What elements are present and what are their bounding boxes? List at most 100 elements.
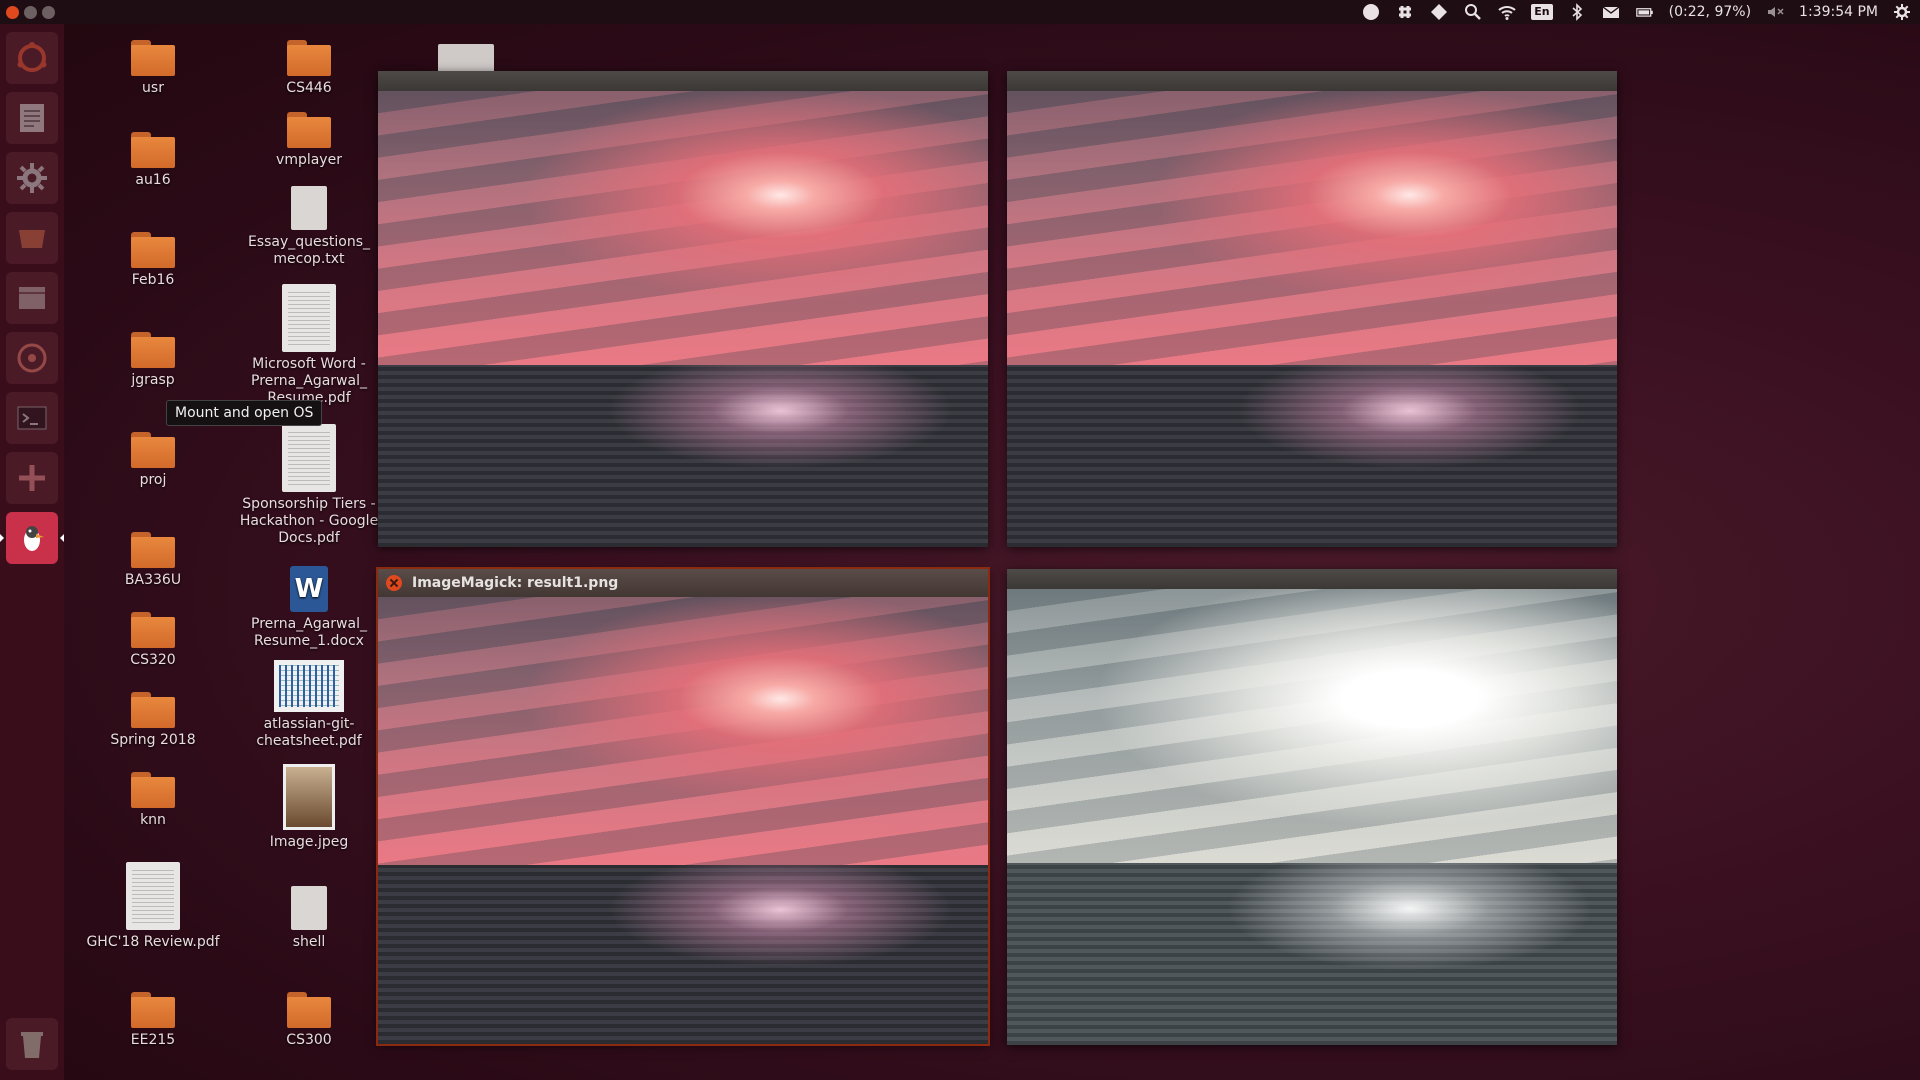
desktop-file-sponsorship-tiers[interactable]: Sponsorship Tiers - Hackathon - Google D… <box>234 424 384 547</box>
folder-icon <box>131 692 175 728</box>
desktop-file-git-cheatsheet[interactable]: atlassian-git- cheatsheet.pdf <box>234 660 384 750</box>
file-manager-button[interactable] <box>6 272 58 324</box>
desktop-file-ghc-review[interactable]: GHC'18 Review.pdf <box>78 862 228 951</box>
desktop-file-image-jpeg[interactable]: Image.jpeg <box>234 764 384 851</box>
desktop-folder-spring-2018[interactable]: Spring 2018 <box>78 692 228 749</box>
desktop-folder-usr[interactable]: usr <box>78 40 228 97</box>
desktop-folder-jgrasp[interactable]: jgrasp <box>78 332 228 389</box>
desktop-icon-label: CS446 <box>286 80 332 96</box>
folder-icon <box>131 612 175 648</box>
desktop-icon-label: atlassian-git- cheatsheet.pdf <box>256 716 362 749</box>
brightened-sunset-image <box>1007 589 1617 1045</box>
dropbox-icon[interactable] <box>1429 2 1449 22</box>
desktop-folder-cs300[interactable]: CS300 <box>234 992 384 1049</box>
image-window-bottom-right[interactable] <box>1007 569 1617 1045</box>
files-icon <box>19 230 45 248</box>
desktop-icon-label: shell <box>292 934 326 950</box>
desktop-file-shell[interactable]: shell <box>234 886 384 951</box>
small-window-thumbnail[interactable] <box>438 44 494 74</box>
tweak-icon <box>19 465 45 491</box>
mail-icon[interactable] <box>1601 2 1621 22</box>
desktop-icon-label: usr <box>142 80 164 96</box>
desktop-folder-ba336u[interactable]: BA336U <box>78 532 228 589</box>
battery-text: (0:22, 97%) <box>1668 4 1752 20</box>
keyboard-layout-indicator[interactable]: En <box>1531 4 1553 20</box>
image-window-result1[interactable]: ImageMagick: result1.png <box>376 567 990 1046</box>
gear-icon[interactable] <box>1892 2 1912 22</box>
text-editor-icon <box>20 104 44 132</box>
gimp-icon <box>24 526 44 551</box>
ubuntu-dash-icon <box>17 42 47 72</box>
desktop-file-essay-questions[interactable]: Essay_questions_ mecop.txt <box>234 186 384 268</box>
close-window-button[interactable] <box>6 5 19 19</box>
search-icon[interactable] <box>1463 2 1483 22</box>
image-window-top-right[interactable] <box>1007 71 1617 547</box>
launcher <box>0 24 64 1080</box>
close-icon[interactable] <box>386 575 402 591</box>
desktop-icon-label: proj <box>139 472 167 488</box>
terminal-button[interactable] <box>6 392 58 444</box>
text-file-icon <box>291 186 327 230</box>
window-titlebar[interactable] <box>1007 569 1617 589</box>
ubuntu-dash-button[interactable] <box>6 32 58 84</box>
image-window-top-left[interactable] <box>378 71 988 547</box>
launcher-tooltip: Mount and open OS <box>166 400 323 426</box>
wifi-icon[interactable] <box>1497 2 1517 22</box>
desktop-folder-ee215[interactable]: EE215 <box>78 992 228 1049</box>
clock[interactable]: 1:39:54 PM <box>1799 4 1878 20</box>
disc-icon <box>17 343 47 373</box>
sunset-image <box>378 91 988 547</box>
top-panel: En (0:22, 97%) 1:39:54 PM <box>0 0 1920 24</box>
desktop-icon-label: au16 <box>135 172 171 188</box>
file-manager-icon <box>19 287 45 309</box>
desktop-file-resume-pdf[interactable]: Microsoft Word - Prerna_Agarwal_ Resume.… <box>234 284 384 407</box>
folder-icon <box>131 332 175 368</box>
trash-button[interactable] <box>6 1018 58 1070</box>
bluetooth-icon[interactable] <box>1567 2 1587 22</box>
image-file-icon <box>283 764 335 830</box>
text-editor-button[interactable] <box>6 92 58 144</box>
desktop-folder-vmplayer[interactable]: vmplayer <box>234 112 384 169</box>
folder-icon <box>131 40 175 76</box>
slack-icon[interactable] <box>1395 2 1415 22</box>
gimp-button[interactable] <box>0 512 64 564</box>
settings-icon <box>17 163 47 193</box>
desktop-folder-knn[interactable]: knn <box>78 772 228 829</box>
sunset-image <box>1007 91 1617 547</box>
desktop-icon-label: CS320 <box>130 652 176 668</box>
trash-icon <box>21 1032 43 1058</box>
desktop-icon-label: GHC'18 Review.pdf <box>86 934 220 950</box>
desktop-icon-label: Sponsorship Tiers - Hackathon - Google D… <box>239 496 379 546</box>
maximize-window-button[interactable] <box>42 5 55 19</box>
desktop-folder-feb16[interactable]: Feb16 <box>78 232 228 289</box>
text-file-icon <box>291 886 327 930</box>
window-titlebar[interactable] <box>378 71 988 91</box>
minimize-window-button[interactable] <box>24 5 37 19</box>
system-settings-button[interactable] <box>6 152 58 204</box>
disc-button[interactable] <box>6 332 58 384</box>
record-icon[interactable] <box>1361 2 1381 22</box>
desktop-icon-label: jgrasp <box>131 372 175 388</box>
desktop-folder-au16[interactable]: au16 <box>78 132 228 189</box>
sound-muted-icon[interactable] <box>1765 2 1785 22</box>
desktop-icon-label: knn <box>140 812 166 828</box>
tweak-button[interactable] <box>6 452 58 504</box>
pdf-file-icon <box>282 284 336 352</box>
pdf-file-icon <box>126 862 180 930</box>
window-titlebar[interactable] <box>1007 71 1617 91</box>
desktop-icon-label: Image.jpeg <box>269 834 349 850</box>
desktop-folder-cs320[interactable]: CS320 <box>78 612 228 669</box>
desktop-icon-label: Feb16 <box>131 272 175 288</box>
files-button[interactable] <box>6 212 58 264</box>
folder-icon <box>131 992 175 1028</box>
battery-icon[interactable] <box>1635 2 1655 22</box>
window-titlebar[interactable]: ImageMagick: result1.png <box>378 569 988 597</box>
window-title: ImageMagick: result1.png <box>412 575 619 591</box>
indicator-area: En (0:22, 97%) 1:39:54 PM <box>1361 0 1920 24</box>
desktop-folder-proj[interactable]: proj <box>78 432 228 489</box>
window-controls <box>6 5 55 19</box>
desktop-folder-cs446[interactable]: CS446 <box>234 40 384 97</box>
desktop-icon-label: Prerna_Agarwal_ Resume_1.docx <box>251 616 367 649</box>
desktop-file-resume-docx[interactable]: W Prerna_Agarwal_ Resume_1.docx <box>234 566 384 650</box>
folder-icon <box>131 432 175 468</box>
